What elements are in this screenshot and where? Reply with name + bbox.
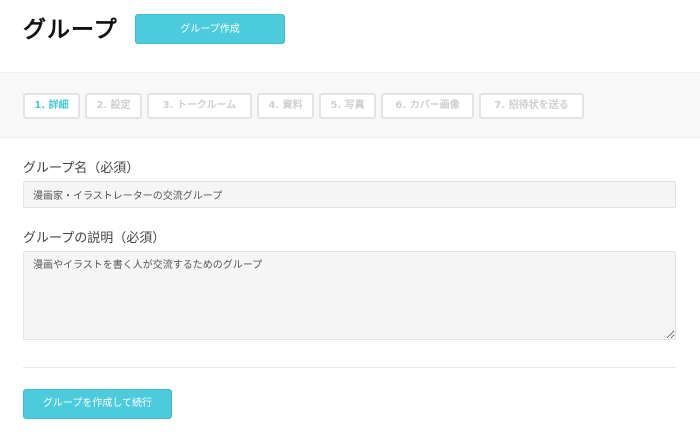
step-settings[interactable]: 2. 設定 <box>85 93 142 119</box>
step-photos[interactable]: 5. 写真 <box>319 93 376 119</box>
page-title: グループ <box>23 17 118 43</box>
divider <box>23 367 676 368</box>
step-send-invitation[interactable]: 7. 招待状を送る <box>479 93 584 119</box>
group-name-label: グループ名（必須） <box>23 161 140 176</box>
create-group-button[interactable]: グループ作成 <box>135 14 285 44</box>
header: グループ グループ作成 <box>0 0 700 72</box>
step-talk-room[interactable]: 3. トークルーム <box>147 93 252 119</box>
step-details[interactable]: 1. 詳細 <box>23 93 80 119</box>
step-cover-image[interactable]: 6. カバー画像 <box>381 93 474 119</box>
create-and-continue-button[interactable]: グループを作成して続行 <box>23 389 172 419</box>
steps-bar: 1. 詳細 2. 設定 3. トークルーム 4. 資料 5. 写真 6. カバー… <box>0 72 700 138</box>
group-description-label: グループの説明（必須） <box>23 231 166 246</box>
group-description-textarea[interactable]: 漫画やイラストを書く人が交流するためのグループ <box>23 251 676 340</box>
group-name-input[interactable] <box>23 181 676 208</box>
step-materials[interactable]: 4. 資料 <box>257 93 314 119</box>
